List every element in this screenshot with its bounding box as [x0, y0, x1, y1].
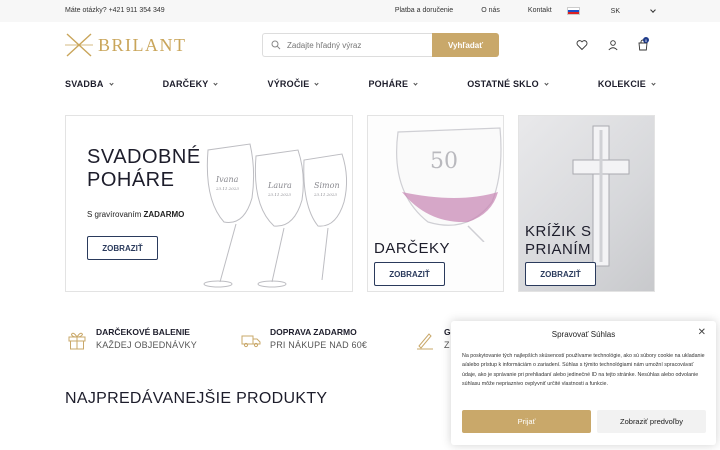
nav-label: DARČEKY	[162, 79, 209, 89]
perk-desc: PRI NÁKUPE NAD 60€	[270, 340, 368, 350]
search-button[interactable]: Vyhľadať	[432, 33, 499, 57]
chevron-down-icon	[544, 80, 549, 86]
perk-title: DARČEKOVÉ BALENIE	[96, 327, 190, 337]
banner-wedding-glasses[interactable]: Ivana 23.11.2023 Laura 23.11.2023 Simon …	[65, 115, 353, 292]
search-box	[262, 33, 433, 57]
link-about[interactable]: O nás	[481, 7, 500, 15]
show-cross-button[interactable]: ZOBRAZIŤ	[525, 262, 596, 286]
perk-title: G	[444, 327, 451, 337]
banner-cross[interactable]: KRÍŽIK S PRIANÍM ZOBRAZIŤ	[518, 115, 655, 292]
banner-title-line-1: SVADOBNÉ	[87, 146, 201, 168]
banner-title: SVADOBNÉ POHÁRE	[87, 146, 201, 192]
glass-number: 50	[430, 149, 458, 174]
logo[interactable]: BRILANT	[64, 30, 187, 60]
banner-gifts-caption: DARČEKY	[374, 240, 451, 257]
banner-cross-caption-line-2: PRIANÍM	[525, 241, 592, 258]
chevron-down-icon	[650, 7, 656, 13]
chevron-down-icon	[108, 80, 114, 86]
gift-icon	[68, 332, 86, 350]
nav-item-pohare[interactable]: POHÁRE	[368, 79, 418, 89]
chevron-down-icon	[213, 80, 219, 86]
perk-desc: KAŽDEJ OBJEDNÁVKY	[96, 340, 197, 350]
slovak-flag-icon	[566, 7, 580, 15]
cart-count-badge: 0	[643, 37, 649, 43]
nav-label: SVADBA	[65, 79, 104, 89]
contact-phone[interactable]: Máte otázky? +421 911 354 349	[65, 7, 165, 14]
link-payment-delivery[interactable]: Platba a doručenie	[395, 7, 453, 15]
close-icon[interactable]: ✕	[698, 327, 706, 338]
engraving-date-3: 23.11.2023	[313, 192, 337, 197]
perk-title: DOPRAVA ZADARMO	[270, 327, 357, 337]
bestsellers-heading: NAJPREDÁVANEJŠIE PRODUKTY	[65, 390, 328, 407]
logo-star-icon	[65, 33, 93, 57]
cookie-preferences-button[interactable]: Zobraziť predvoľby	[597, 410, 706, 433]
link-contact[interactable]: Kontakt	[528, 7, 552, 15]
top-links: Platba a doručenie O nás Kontakt SK	[395, 7, 656, 15]
engraving-name-1: Ivana	[215, 175, 239, 184]
nav-item-ostatne-sklo[interactable]: OSTATNÉ SKLO	[467, 79, 549, 89]
perk-engraving: G Z	[415, 327, 451, 350]
wine-glasses-image: Ivana 23.11.2023 Laura 23.11.2023 Simon …	[203, 143, 348, 288]
nav-label: POHÁRE	[368, 79, 409, 89]
engraving-date-2: 23.11.2023	[267, 192, 291, 197]
banner-title-line-2: POHÁRE	[87, 169, 175, 191]
banner-cross-caption: KRÍŽIK S PRIANÍM	[525, 223, 592, 259]
banner-cross-caption-line-1: KRÍŽIK S	[525, 223, 592, 240]
perk-gift-wrapping: DARČEKOVÉ BALENIE KAŽDEJ OBJEDNÁVKY	[67, 327, 197, 350]
engraving-name-3: Simon	[314, 181, 340, 190]
top-bar: Máte otázky? +421 911 354 349 Platba a d…	[0, 0, 720, 22]
nav-item-vyrocie[interactable]: VÝROČIE	[267, 79, 320, 89]
nav-item-darceky[interactable]: DARČEKY	[162, 79, 219, 89]
nav-item-kolekcie[interactable]: KOLEKCIE	[597, 79, 656, 89]
language-selector[interactable]: SK	[566, 7, 656, 15]
show-gifts-button[interactable]: ZOBRAZIŤ	[374, 262, 445, 286]
engraving-name-2: Laura	[267, 181, 292, 190]
perk-desc: Z	[444, 340, 450, 350]
main-nav: SVADBA DARČEKY VÝROČIE POHÁRE OSTATNÉ SK…	[65, 79, 656, 89]
logo-text: BRILANT	[98, 34, 187, 55]
engraving-date-1: 23.11.2023	[215, 186, 239, 191]
accept-cookies-button[interactable]: Prijať	[462, 410, 591, 433]
banner-subtitle: S gravírovaním ZADARMO	[87, 210, 184, 219]
search-icon	[271, 40, 281, 50]
language-code: SK	[610, 7, 620, 15]
cookie-consent-dialog: Spravovať Súhlas ✕ Na poskytovanie tých …	[451, 321, 716, 445]
heart-icon[interactable]	[576, 39, 588, 51]
show-wedding-glasses-button[interactable]: ZOBRAZIŤ	[87, 236, 158, 260]
cookie-body-text: Na poskytovanie tých najlepších skúsenos…	[462, 353, 705, 387]
chevron-down-icon	[314, 80, 320, 86]
user-icon[interactable]	[607, 39, 619, 51]
perk-free-delivery: DOPRAVA ZADARMO PRI NÁKUPE NAD 60€	[241, 327, 367, 350]
chevron-down-icon	[413, 80, 418, 86]
engraving-pen-icon	[417, 333, 433, 350]
nav-label: OSTATNÉ SKLO	[467, 79, 539, 89]
nav-item-svadba[interactable]: SVADBA	[65, 79, 114, 89]
truck-icon	[241, 335, 261, 348]
chevron-down-icon	[651, 80, 656, 86]
cookie-title: Spravovať Súhlas	[551, 330, 616, 339]
nav-label: KOLEKCIE	[597, 79, 646, 89]
banner-subtitle-bold: ZADARMO	[143, 210, 185, 219]
banner-subtitle-prefix: S gravírovaním	[87, 210, 142, 219]
search-input[interactable]	[287, 40, 427, 50]
engraved-glass-image: 50	[396, 127, 502, 242]
banner-gifts[interactable]: 50 DARČEKY ZOBRAZIŤ	[367, 115, 504, 292]
nav-label: VÝROČIE	[267, 79, 310, 89]
